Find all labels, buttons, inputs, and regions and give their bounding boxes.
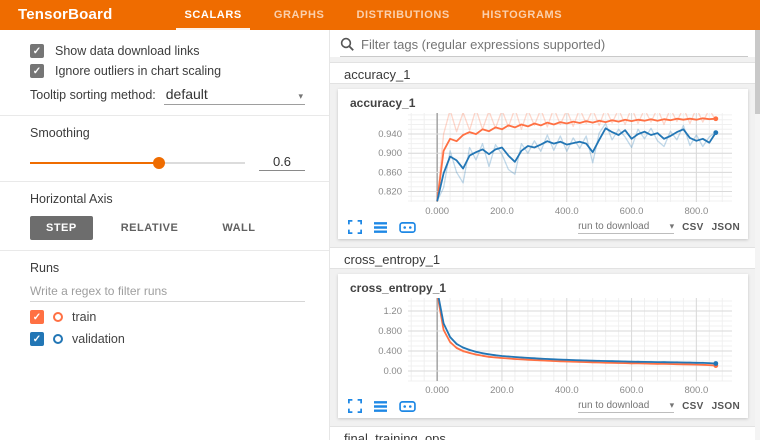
svg-text:200.0: 200.0 — [490, 385, 514, 396]
chart-title: accuracy_1 — [350, 96, 740, 110]
app-logo: TensorBoard — [18, 0, 112, 30]
nav-tabs: SCALARS GRAPHS DISTRIBUTIONS HISTOGRAMS — [168, 0, 578, 30]
expand-chart-icon[interactable] — [348, 399, 362, 413]
scalars-dashboard: accuracy_1 accuracy_1 0.000 200.0 400.0 600… — [330, 30, 760, 440]
dropdown-caret-icon: ▾ — [298, 91, 303, 102]
svg-text:0.820: 0.820 — [378, 186, 402, 197]
tab-histograms[interactable]: HISTOGRAMS — [466, 0, 578, 30]
log-scale-icon[interactable] — [373, 221, 388, 234]
svg-text:800.0: 800.0 — [684, 385, 708, 396]
tag-section-final-training-ops[interactable]: final_training_ops — [330, 426, 760, 440]
checkbox-checked-icon[interactable]: ✓ — [30, 64, 44, 78]
cross-entropy-line-chart[interactable]: 0.000 200.0 400.0 600.0 800.0 0.00 0.400 0.800 1… — [348, 296, 740, 396]
axis-relative-button[interactable]: RELATIVE — [105, 216, 195, 240]
show-download-links-label: Show data download links — [55, 44, 200, 58]
run-to-download-dropdown[interactable]: run to download ▾ — [578, 400, 674, 413]
checkbox-checked-icon[interactable]: ✓ — [30, 44, 44, 58]
dropdown-caret-icon: ▾ — [670, 221, 675, 232]
divider — [0, 181, 329, 182]
slider-thumb[interactable] — [153, 157, 165, 169]
json-download-link[interactable]: JSON — [712, 401, 740, 412]
svg-text:800.0: 800.0 — [684, 206, 708, 217]
tag-section-accuracy[interactable]: accuracy_1 — [330, 62, 760, 84]
svg-text:1.20: 1.20 — [384, 306, 403, 317]
cross-entropy-chart-card: cross_entropy_1 0.000 200.0 400.0 600.0 800.… — [338, 274, 748, 418]
svg-text:0.00: 0.00 — [384, 366, 403, 377]
settings-sidebar: ✓ Show data download links ✓ Ignore outl… — [0, 30, 330, 440]
run-item-train[interactable]: ✓ train — [30, 310, 305, 324]
slider-fill — [30, 162, 159, 164]
svg-text:0.940: 0.940 — [378, 129, 402, 140]
svg-text:0.860: 0.860 — [378, 167, 402, 178]
run-color-swatch — [53, 334, 63, 344]
scrollbar[interactable] — [755, 30, 760, 440]
tooltip-sorting-dropdown[interactable]: default ▾ — [164, 86, 305, 105]
accuracy-line-chart[interactable]: 0.000 200.0 400.0 600.0 800.0 0.820 0.860 0.900… — [348, 111, 740, 217]
axis-step-button[interactable]: STEP — [30, 216, 93, 240]
runs-label: Runs — [30, 261, 305, 275]
run-checkbox-icon[interactable]: ✓ — [30, 310, 44, 324]
run-checkbox-icon[interactable]: ✓ — [30, 332, 44, 346]
search-icon — [340, 37, 355, 52]
svg-text:600.0: 600.0 — [620, 206, 644, 217]
csv-download-link[interactable]: CSV — [682, 222, 703, 233]
filter-tags-input[interactable] — [361, 37, 748, 52]
tooltip-sorting-value: default — [166, 86, 208, 102]
svg-text:400.0: 400.0 — [555, 206, 579, 217]
divider — [0, 250, 329, 251]
run-to-download-label: run to download — [578, 221, 649, 232]
top-bar: TensorBoard SCALARS GRAPHS DISTRIBUTIONS… — [0, 0, 760, 30]
horizontal-axis-label: Horizontal Axis — [30, 192, 305, 206]
scrollbar-thumb[interactable] — [755, 30, 760, 114]
run-item-validation[interactable]: ✓ validation — [30, 332, 305, 346]
ignore-outliers-checkbox[interactable]: ✓ Ignore outliers in chart scaling — [30, 64, 305, 78]
ignore-outliers-label: Ignore outliers in chart scaling — [55, 64, 221, 78]
fit-domain-icon[interactable] — [399, 400, 416, 413]
chart-title: cross_entropy_1 — [350, 281, 740, 295]
divider — [0, 115, 329, 116]
accuracy-chart-card: accuracy_1 0.000 200.0 400.0 600.0 800.0 0.82… — [338, 89, 748, 239]
run-label: validation — [72, 332, 125, 346]
svg-text:0.000: 0.000 — [425, 385, 449, 396]
csv-download-link[interactable]: CSV — [682, 401, 703, 412]
tag-section-cross-entropy[interactable]: cross_entropy_1 — [330, 247, 760, 269]
run-color-swatch — [53, 312, 63, 322]
json-download-link[interactable]: JSON — [712, 222, 740, 233]
tab-graphs[interactable]: GRAPHS — [258, 0, 341, 30]
dropdown-caret-icon: ▾ — [670, 400, 675, 411]
run-label: train — [72, 310, 96, 324]
smoothing-label: Smoothing — [30, 126, 305, 140]
svg-text:200.0: 200.0 — [490, 206, 514, 217]
run-to-download-dropdown[interactable]: run to download ▾ — [578, 221, 674, 234]
tab-distributions[interactable]: DISTRIBUTIONS — [340, 0, 465, 30]
log-scale-icon[interactable] — [373, 400, 388, 413]
runs-regex-input[interactable] — [30, 281, 305, 302]
show-download-links-checkbox[interactable]: ✓ Show data download links — [30, 44, 305, 58]
svg-text:0.400: 0.400 — [378, 346, 402, 357]
svg-text:0.000: 0.000 — [425, 206, 449, 217]
svg-text:0.900: 0.900 — [378, 148, 402, 159]
axis-wall-button[interactable]: WALL — [206, 216, 271, 240]
smoothing-value-input[interactable] — [259, 154, 305, 171]
tooltip-sorting-label: Tooltip sorting method: — [30, 88, 156, 102]
tab-scalars[interactable]: SCALARS — [168, 0, 257, 30]
smoothing-slider[interactable] — [30, 156, 245, 170]
fit-domain-icon[interactable] — [399, 221, 416, 234]
svg-text:0.800: 0.800 — [378, 326, 402, 337]
expand-chart-icon[interactable] — [348, 220, 362, 234]
run-to-download-label: run to download — [578, 400, 649, 411]
svg-text:400.0: 400.0 — [555, 385, 579, 396]
svg-text:600.0: 600.0 — [620, 385, 644, 396]
